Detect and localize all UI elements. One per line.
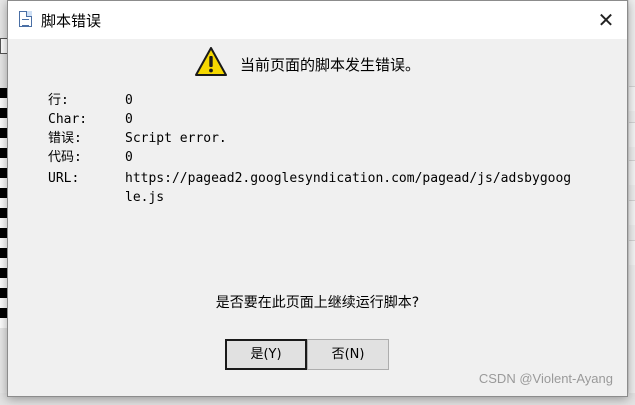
detail-key: 行:: [48, 93, 69, 108]
error-header-message: 当前页面的脚本发生错误。: [240, 56, 421, 74]
detail-row-url: URL: https://pagead2.googlesyndication.c…: [48, 169, 577, 207]
detail-row-line: 行: 0: [48, 91, 577, 110]
dialog-title: 脚本错误: [41, 12, 102, 30]
detail-row-code: 代码: 0: [48, 148, 577, 167]
script-document-icon: [19, 11, 32, 27]
dialog-body: 当前页面的脚本发生错误。 行: 0 Char: 0 错误: Script err…: [8, 39, 627, 396]
detail-value: 0: [125, 112, 133, 127]
detail-row-error: 错误: Script error.: [48, 129, 577, 148]
detail-key: 错误:: [48, 131, 82, 146]
no-button[interactable]: 否(N): [307, 339, 389, 370]
detail-value: Script error.: [125, 131, 227, 146]
background-fragment: [629, 200, 635, 225]
script-error-dialog: 脚本错误 ✕ 当前页面的脚本发生错误。 行: 0 Char: 0 错误: Scr…: [7, 0, 628, 397]
background-app-right-edge: [629, 0, 635, 405]
detail-row-char: Char: 0: [48, 110, 577, 129]
warning-icon: [195, 47, 227, 76]
dialog-titlebar[interactable]: 脚本错误 ✕: [8, 1, 627, 39]
detail-value: 0: [125, 93, 133, 108]
close-button[interactable]: ✕: [591, 5, 621, 35]
yes-button[interactable]: 是(Y): [225, 339, 307, 370]
watermark: CSDN @Violent-Ayang: [478, 371, 613, 386]
error-details: 行: 0 Char: 0 错误: Script error. 代码: 0 URL…: [48, 91, 577, 207]
background-fragment: [629, 86, 635, 111]
detail-key: 代码:: [48, 150, 82, 165]
detail-value-url: https://pagead2.googlesyndication.com/pa…: [125, 171, 572, 205]
detail-key: URL:: [48, 171, 80, 186]
close-icon: ✕: [597, 8, 615, 32]
detail-key: Char:: [48, 112, 88, 127]
background-fragment: [629, 240, 635, 265]
background-fragment: [629, 160, 635, 185]
detail-value: 0: [125, 150, 133, 165]
continue-question: 是否要在此页面上继续运行脚本?: [215, 295, 420, 311]
background-fragment: [629, 122, 635, 147]
